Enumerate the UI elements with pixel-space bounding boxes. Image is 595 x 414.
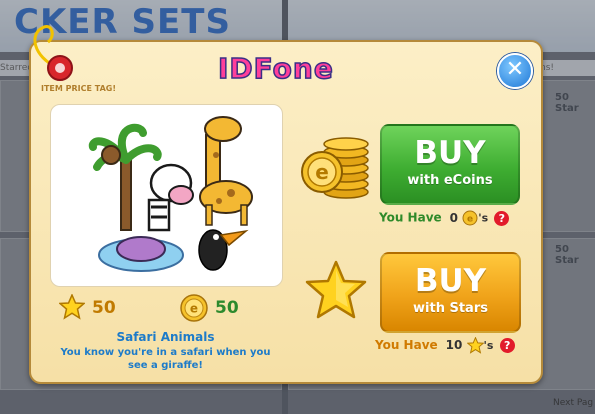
buy-label: BUY <box>414 263 487 299</box>
ecoin-icon: e <box>180 294 208 322</box>
star-balance-value: 10 <box>445 338 463 352</box>
svg-text:e: e <box>190 302 198 316</box>
buy-with-stars-button[interactable]: BUY with Stars <box>380 252 521 333</box>
star-balance: You Have 10 's ? <box>375 337 515 354</box>
buy-with-ecoins-label: with eCoins <box>407 173 493 188</box>
item-description: You know you're in a safari when you see… <box>60 347 271 371</box>
star-suffix: 's <box>483 339 494 352</box>
buy-label: BUY <box>414 135 486 171</box>
item-name: Safari Animals <box>116 330 215 344</box>
buy-with-ecoins-button[interactable]: BUY with eCoins <box>380 124 520 205</box>
close-button[interactable]: ✕ <box>497 53 533 89</box>
star-icon <box>466 337 484 354</box>
star-icon <box>59 294 85 320</box>
help-icon[interactable]: ? <box>494 210 510 226</box>
safari-sticker-art <box>88 116 253 272</box>
star-icon <box>305 260 367 319</box>
svg-text:e: e <box>467 215 473 225</box>
balance-label: You Have <box>375 338 438 352</box>
giraffe-sticker <box>199 116 253 226</box>
ecoin-price: 50 <box>215 298 239 318</box>
ecoin-balance-value: 0 <box>449 210 459 225</box>
balance-label: You Have <box>379 210 442 225</box>
help-icon[interactable]: ? <box>499 338 515 353</box>
toucan-sticker <box>198 229 249 271</box>
sticker-preview <box>50 104 283 287</box>
hippo-sticker <box>98 236 184 272</box>
ecoin-balance: You Have 0 e 's ? <box>379 210 510 226</box>
close-icon: ✕ <box>505 57 525 82</box>
buy-with-stars-label: with Stars <box>413 301 488 316</box>
idfone-logo: IDFone <box>217 51 334 86</box>
price-tag-label: ITEM PRICE TAG! <box>41 84 117 93</box>
coin-stack-icon: e <box>301 137 369 199</box>
ecoin-suffix: 's <box>478 211 489 225</box>
star-price: 50 <box>92 298 116 318</box>
ecoin-icon: e <box>462 210 478 226</box>
price-tag-icon <box>33 25 73 81</box>
svg-text:e: e <box>315 160 329 184</box>
zebra-sticker <box>147 163 194 232</box>
